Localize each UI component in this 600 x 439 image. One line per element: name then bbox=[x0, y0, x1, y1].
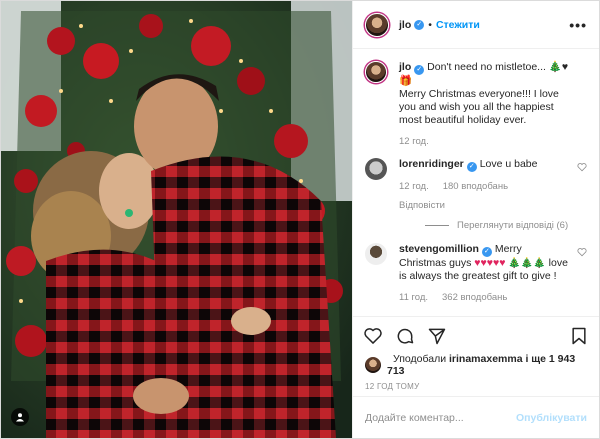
add-comment-bar: Опублікувати bbox=[353, 396, 599, 438]
christmas-kiss-photo bbox=[1, 1, 352, 438]
username-link[interactable]: jlo bbox=[399, 19, 411, 31]
comments-list[interactable]: jlo ✓ Don't need no mistletoe... 🎄♥🎁 Merr… bbox=[353, 49, 599, 316]
verified-icon: ✓ bbox=[414, 65, 425, 75]
publish-button[interactable]: Опублікувати bbox=[516, 412, 587, 424]
view-replies-button[interactable]: Переглянути відповіді (6) bbox=[425, 220, 587, 231]
user-tag-icon[interactable] bbox=[11, 408, 29, 426]
post-details-panel: jlo ✓ • Стежити ••• jlo ✓ Don't need no m… bbox=[352, 1, 599, 438]
comment-age[interactable]: 11 год. bbox=[399, 291, 428, 304]
share-icon[interactable] bbox=[427, 326, 447, 346]
heart-icon[interactable] bbox=[363, 326, 383, 346]
comment-item: lorenridinger ✓ Love u babe 12 год. 180 в… bbox=[365, 158, 587, 212]
separator-dot: • bbox=[428, 18, 432, 31]
avatar[interactable] bbox=[365, 243, 387, 265]
comment-username[interactable]: lorenridinger bbox=[399, 158, 464, 170]
caption-line1: Don't need no mistletoe... 🎄♥🎁 bbox=[399, 61, 569, 87]
more-options-icon[interactable]: ••• bbox=[569, 17, 587, 33]
divider bbox=[425, 225, 449, 226]
tree-emoji-icons: 🎄🎄🎄 bbox=[508, 258, 546, 269]
view-replies-label: Переглянути відповіді (6) bbox=[457, 220, 569, 231]
comment-input[interactable] bbox=[365, 411, 516, 424]
comment-icon[interactable] bbox=[395, 326, 415, 346]
comment-likes[interactable]: 180 вподобань bbox=[443, 180, 508, 193]
heart-icon[interactable] bbox=[577, 162, 587, 172]
caption-age[interactable]: 12 год. bbox=[399, 135, 429, 148]
follow-button[interactable]: Стежити bbox=[436, 19, 480, 31]
post-header: jlo ✓ • Стежити ••• bbox=[353, 1, 599, 49]
action-bar bbox=[353, 316, 599, 354]
verified-icon: ✓ bbox=[414, 19, 425, 30]
verified-icon: ✓ bbox=[481, 247, 492, 257]
likes-summary: Уподобали irinamaxemma і ще 1 943 713 bbox=[353, 353, 599, 377]
caption: jlo ✓ Don't need no mistletoe... 🎄♥🎁 Merr… bbox=[365, 61, 587, 148]
caption-text: Merry Christmas everyone!!! I love you a… bbox=[399, 88, 559, 126]
likes-prefix: Уподобали bbox=[393, 353, 447, 365]
comment-age[interactable]: 12 год. bbox=[399, 180, 429, 193]
comment-text: Love u babe bbox=[479, 158, 538, 170]
verified-icon: ✓ bbox=[466, 162, 477, 172]
instagram-post: jlo ✓ • Стежити ••• jlo ✓ Don't need no m… bbox=[0, 0, 600, 439]
avatar[interactable] bbox=[365, 357, 381, 373]
likes-text: Уподобали irinamaxemma і ще 1 943 713 bbox=[387, 353, 587, 377]
reply-button[interactable]: Відповісти bbox=[399, 199, 569, 212]
avatar[interactable] bbox=[365, 61, 387, 83]
comment-likes[interactable]: 362 вподобань bbox=[442, 291, 507, 304]
post-timestamp: 12 ГОД ТОМУ bbox=[365, 381, 420, 391]
avatar[interactable] bbox=[365, 158, 387, 180]
bookmark-icon[interactable] bbox=[569, 326, 589, 346]
avatar[interactable] bbox=[365, 12, 389, 37]
heart-emoji-icons: ♥♥♥♥♥ bbox=[474, 257, 506, 269]
comment-item: stevengomillion ✓ Merry Christmas guys ♥♥… bbox=[365, 243, 587, 304]
caption-username[interactable]: jlo bbox=[399, 61, 411, 73]
likes-user-link[interactable]: irinamaxemma bbox=[449, 353, 523, 365]
post-photo[interactable] bbox=[1, 1, 352, 438]
comment-username[interactable]: stevengomillion bbox=[399, 243, 479, 255]
heart-icon[interactable] bbox=[577, 247, 587, 257]
